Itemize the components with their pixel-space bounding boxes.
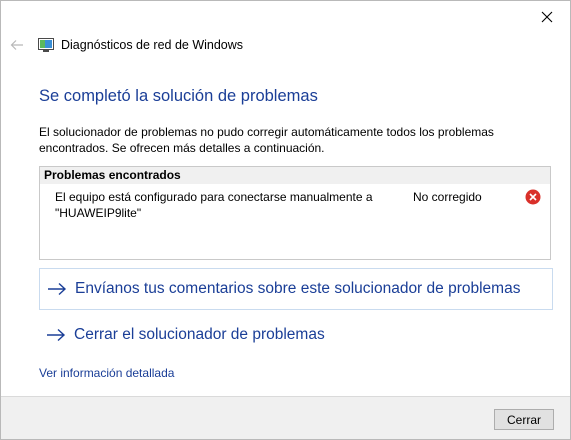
back-button[interactable] <box>7 35 27 55</box>
troubleshooter-window: Diagnósticos de red de Windows Se comple… <box>0 0 571 440</box>
window-close-button[interactable] <box>524 1 570 33</box>
arrow-right-icon <box>47 328 66 342</box>
send-feedback-link[interactable]: Envíanos tus comentarios sobre este solu… <box>39 268 553 310</box>
network-diagnostics-icon <box>38 38 54 52</box>
close-button[interactable]: Cerrar <box>494 409 554 430</box>
result-description: El solucionador de problemas no pudo cor… <box>39 125 494 155</box>
close-troubleshooter-label: Cerrar el solucionador de problemas <box>74 326 325 343</box>
problem-description: El equipo está configurado para conectar… <box>55 190 373 220</box>
problems-found-panel: Problemas encontrados El equipo está con… <box>39 166 551 260</box>
error-icon <box>525 189 541 205</box>
window-title: Diagnósticos de red de Windows <box>61 38 244 52</box>
view-details-link[interactable]: Ver información detallada <box>39 366 174 380</box>
problem-status: No corregido <box>413 190 482 204</box>
page-heading: Se completó la solución de problemas <box>39 87 318 105</box>
dialog-footer: Cerrar <box>1 396 570 439</box>
arrow-right-icon <box>48 282 67 296</box>
send-feedback-label: Envíanos tus comentarios sobre este solu… <box>75 280 521 297</box>
close-icon <box>541 11 553 23</box>
back-arrow-icon <box>10 40 23 50</box>
problems-header-label: Problemas encontrados <box>44 168 181 182</box>
close-troubleshooter-link[interactable]: Cerrar el solucionador de problemas <box>39 315 551 355</box>
problems-header: Problemas encontrados <box>40 167 550 184</box>
